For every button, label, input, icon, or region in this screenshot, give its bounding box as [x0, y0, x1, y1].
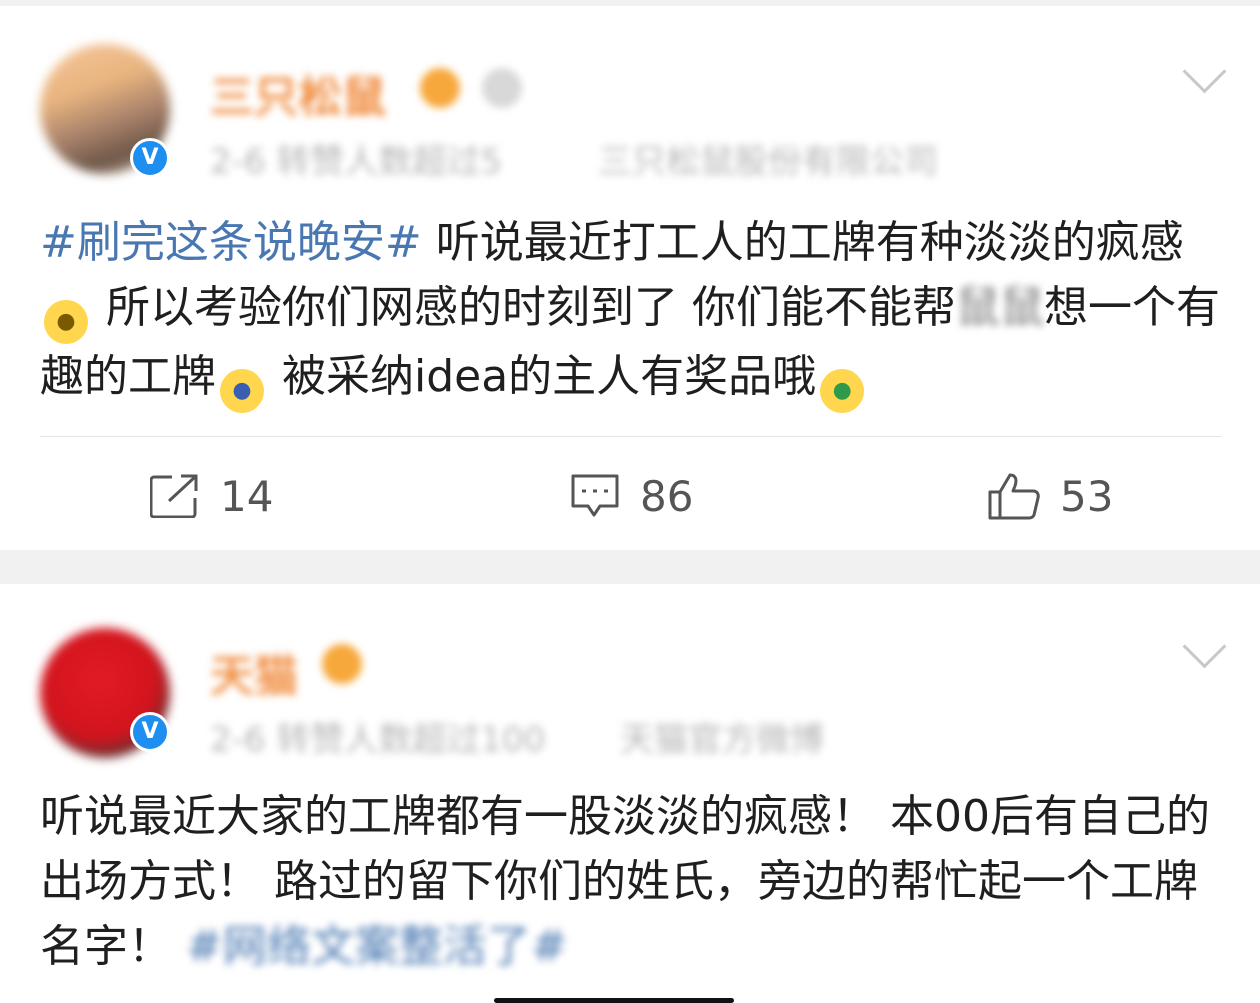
like-count: 53 [1060, 471, 1114, 521]
thumbs-up-icon [988, 472, 1040, 520]
blurred-text: 鼠鼠 [956, 282, 1044, 333]
username[interactable]: 三只松鼠 [210, 61, 386, 125]
post-meta-time: 2-6 转赞人数超过5 [210, 142, 502, 182]
post-text-segment: 被采纳idea的主人有奖品哦 [282, 351, 817, 402]
chevron-down-icon[interactable] [1182, 624, 1227, 669]
post-meta-source: 三只松鼠股份有限公司 [598, 142, 938, 182]
post-text-segment: 听说最近打工人的工牌有种淡淡的疯感 [435, 217, 1184, 268]
bear-badge-icon [482, 68, 522, 108]
share-count: 14 [220, 471, 274, 521]
post-card: V 三只松鼠 2-6 转赞人数超过5 三只松鼠股份有限公司 #刷完这条说晚安# … [0, 6, 1260, 550]
post-card: V 天猫 2-6 转赞人数超过100 天猫官方微博 听说最近大家的工牌都有一股淡… [0, 584, 1260, 1003]
post-text: #刷完这条说晚安# 听说最近打工人的工牌有种淡淡的疯感 ● 所以考验你们网感的时刻… [40, 210, 1230, 413]
member-badge-icon [420, 68, 460, 108]
chevron-down-icon[interactable] [1182, 49, 1227, 94]
comment-count: 86 [640, 471, 694, 521]
post-meta-source: 天猫官方微博 [620, 720, 824, 760]
share-button[interactable]: 14 [150, 468, 273, 524]
post-text: 听说最近大家的工牌都有一股淡淡的疯感！ 本00后有自己的出场方式！ 路过的留下你… [40, 784, 1230, 979]
reading-face-icon: ● [820, 369, 865, 413]
rubbing-hands-icon: ● [220, 369, 264, 413]
verified-v-icon: V [130, 712, 170, 752]
hashtag-link[interactable]: #刷完这条说晚安# [40, 217, 422, 268]
post-text-segment: 所以考验你们网感的时刻到了 你们能不能帮 [106, 282, 956, 333]
like-button[interactable]: 53 [988, 468, 1113, 524]
sleepy-face-icon: ● [44, 300, 88, 344]
comment-icon [570, 473, 620, 519]
username[interactable]: 天猫 [210, 640, 298, 704]
post-meta-time: 2-6 转赞人数超过100 [210, 720, 546, 760]
verified-v-icon: V [130, 138, 170, 178]
member-badge-icon [322, 644, 362, 684]
share-icon [150, 474, 200, 518]
home-indicator [494, 998, 734, 1003]
divider [40, 436, 1222, 437]
comment-button[interactable]: 86 [570, 468, 693, 524]
hashtag-link[interactable]: #网络文案整活了# [186, 921, 568, 972]
